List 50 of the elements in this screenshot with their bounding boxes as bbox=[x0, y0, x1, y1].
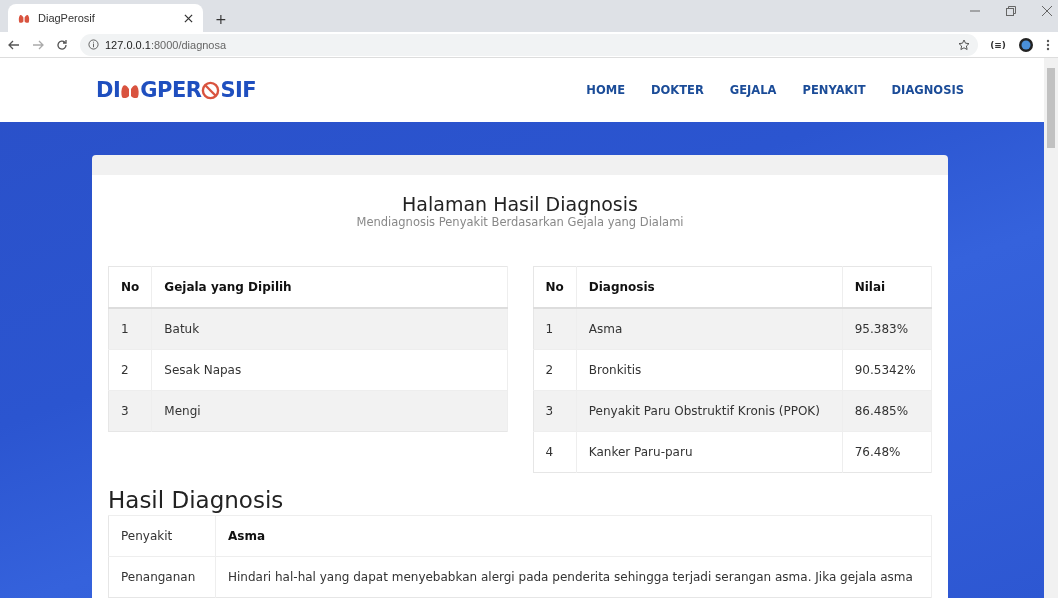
nav-link[interactable]: DOKTER bbox=[651, 83, 704, 97]
reload-icon[interactable] bbox=[56, 38, 68, 51]
star-icon[interactable] bbox=[958, 38, 971, 51]
nav-link[interactable]: GEJALA bbox=[729, 83, 777, 97]
profile-icon[interactable] bbox=[1018, 36, 1034, 53]
url-text: 127.0.0.1:8000/diagnosa bbox=[105, 38, 228, 51]
table-cell: 86.485% bbox=[842, 390, 932, 432]
address-field[interactable]: 127.0.0.1:8000/diagnosa bbox=[80, 33, 979, 56]
table-cell: Mengi bbox=[151, 390, 507, 432]
table-cell: 1 bbox=[108, 308, 152, 350]
table-cell: 2 bbox=[533, 349, 577, 391]
tab-title: DiagPerosif bbox=[38, 12, 96, 24]
logo-text: SIF bbox=[220, 78, 257, 102]
info-icon bbox=[88, 39, 99, 50]
table-cell: 95.383% bbox=[842, 308, 932, 350]
nav-link[interactable]: DIAGNOSIS bbox=[891, 83, 964, 97]
page-title: Halaman Hasil Diagnosis bbox=[402, 193, 639, 215]
table-cell: 1 bbox=[533, 308, 577, 350]
scrollbar-thumb[interactable] bbox=[1047, 68, 1055, 148]
extension-button[interactable]: (≡) bbox=[990, 39, 1006, 50]
table-cell: Asma bbox=[576, 308, 843, 350]
table-cell: 90.5342% bbox=[842, 349, 932, 391]
table-cell: 4 bbox=[533, 431, 577, 473]
table-cell: Asma bbox=[215, 515, 932, 557]
table-cell: Batuk bbox=[151, 308, 507, 350]
nav-link[interactable]: PENYAKIT bbox=[802, 83, 866, 97]
table-cell: 76.48% bbox=[842, 431, 932, 473]
table-cell: 3 bbox=[533, 390, 577, 432]
table-cell: Penyakit bbox=[108, 515, 216, 557]
page-subtitle: Mendiagnosis Penyakit Berdasarkan Gejala yang Dialami bbox=[355, 215, 685, 229]
table-cell: Sesak Napas bbox=[151, 349, 507, 391]
restore-icon[interactable] bbox=[1006, 6, 1016, 16]
table-cell: 2 bbox=[108, 349, 152, 391]
table-cell: 3 bbox=[108, 390, 152, 432]
nav-link[interactable]: HOME bbox=[586, 83, 625, 97]
table-cell: Kanker Paru-paru bbox=[576, 431, 843, 473]
no-sign-icon bbox=[201, 80, 221, 100]
browser-tab[interactable]: DiagPerosif bbox=[8, 4, 203, 32]
lungs-icon bbox=[18, 12, 30, 24]
close-icon[interactable] bbox=[184, 13, 193, 23]
back-icon[interactable] bbox=[8, 38, 20, 51]
logo-text: DI bbox=[96, 78, 121, 102]
new-tab-button[interactable]: + bbox=[215, 12, 227, 26]
table-cell: Penyakit Paru Obstruktif Kronis (PPOK) bbox=[576, 390, 843, 432]
menu-icon[interactable] bbox=[1046, 38, 1050, 51]
logo-text: GPER bbox=[140, 78, 202, 102]
table-cell: Penanganan bbox=[108, 556, 216, 598]
table-cell: Bronkitis bbox=[576, 349, 843, 391]
table-cell: Hindari hal-hal yang dapat menyebabkan alergi pada penderita sehingga terjadi serangan asma. Jika gejala asma bbox=[215, 556, 932, 598]
section-heading: Hasil Diagnosis bbox=[108, 487, 285, 513]
